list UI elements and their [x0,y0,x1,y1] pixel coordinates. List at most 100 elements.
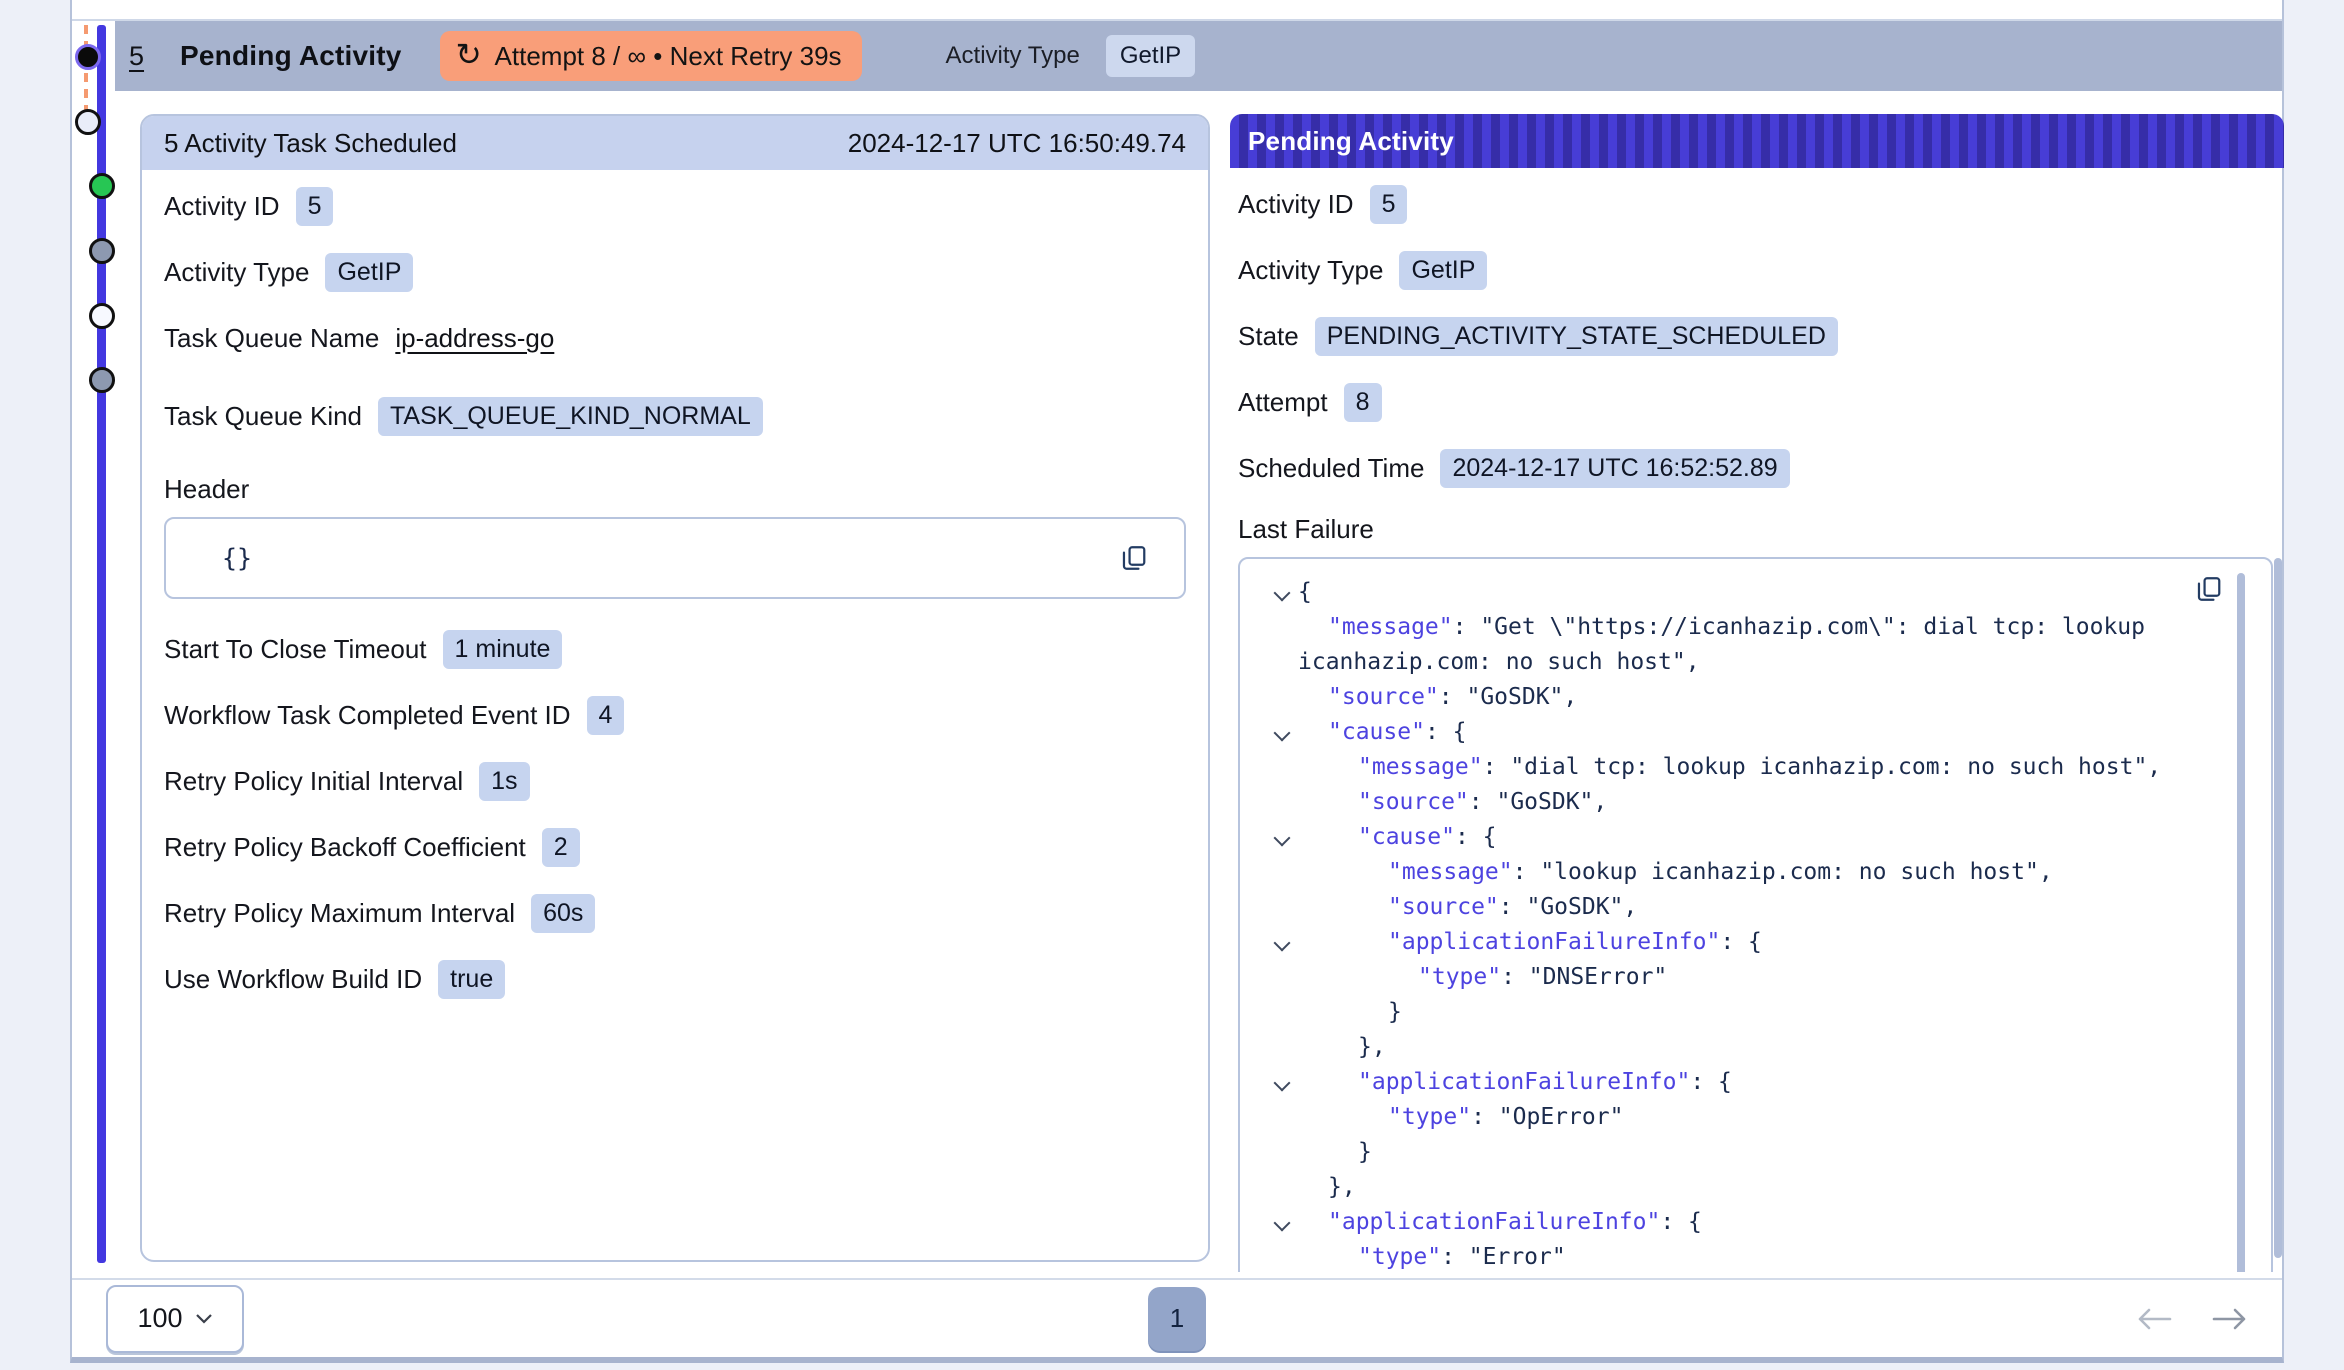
field-label: Start To Close Timeout [164,634,427,665]
chevron-down-icon [195,1313,213,1324]
event-card-header: 5 Activity Task Scheduled 2024-12-17 UTC… [142,116,1208,170]
timeline-dot-open [89,303,115,329]
page-size-select[interactable]: 100 [106,1285,244,1353]
event-card-body: Activity ID5Activity TypeGetIPTask Queue… [142,170,1208,1041]
json-collapse-chevron-icon[interactable] [1274,1075,1291,1092]
json-collapse-chevron-icon[interactable] [1274,830,1291,847]
timeline-dot-pending-retry [75,44,101,70]
field-value-badge: true [438,960,505,999]
json-collapse-chevron-icon[interactable] [1274,725,1291,742]
timeline-dot-neutral [89,367,115,393]
event-card-title: 5 Activity Task Scheduled [164,128,457,159]
field-value-badge: PENDING_ACTIVITY_STATE_SCHEDULED [1315,317,1838,356]
field-row-activity-type: Activity Type GetIP [1238,250,2272,290]
json-line: "cause": { [1274,820,2211,855]
event-history-container: 5 Pending Activity ↻ Attempt 8 / ∞ • Nex… [70,0,2284,1363]
field-label: Activity Type [1238,255,1383,286]
field-label: Workflow Task Completed Event ID [164,700,571,731]
header-field-label: Header [164,474,1186,505]
json-line: } [1274,1135,2211,1170]
field-row-workflow-task-completed-event-id: Workflow Task Completed Event ID4 [164,695,1186,735]
field-value-badge: TASK_QUEUE_KIND_NORMAL [378,397,763,436]
timeline-dot-success [89,173,115,199]
prev-page-button[interactable] [2136,1306,2172,1332]
retry-badge-text: Attempt 8 / ∞ • Next Retry 39s [495,41,842,72]
arrow-left-icon [2136,1306,2172,1332]
retry-icon: ↻ [456,40,482,71]
field-label: Activity Type [164,257,309,288]
field-row-activity-id: Activity ID 5 [1238,184,2272,224]
field-row-task-queue-name: Task Queue Nameip-address-go [164,318,1186,358]
json-collapse-chevron-icon[interactable] [1274,585,1291,602]
json-line: "applicationFailureInfo": { [1274,1205,2211,1240]
json-line: "type": "Error" [1274,1240,2211,1272]
field-value-badge: GetIP [1399,251,1487,290]
activity-type-badge: GetIP [1106,35,1195,77]
field-row-activity-id: Activity ID5 [164,186,1186,226]
json-line: "type": "DNSError" [1274,960,2211,995]
json-line: "source": "GoSDK", [1274,785,2211,820]
field-row-retry-policy-initial-interval: Retry Policy Initial Interval 1s [164,761,1186,801]
field-row-state: State PENDING_ACTIVITY_STATE_SCHEDULED [1238,316,2272,356]
json-line: "message": "Get \"https://icanhazip.com\… [1274,610,2211,645]
json-collapse-chevron-icon[interactable] [1274,1215,1291,1232]
page: { "colors": { "page_bg": "#edf0f8", "hea… [0,0,2344,1370]
json-line: "type": "OpError" [1274,1100,2211,1135]
field-label: Retry Policy Backoff Coefficient [164,832,526,863]
page-number-button[interactable]: 1 [1148,1287,1206,1351]
json-line: "source": "GoSDK", [1274,680,2211,715]
field-label: Task Queue Kind [164,401,362,432]
field-value-badge: 1 minute [443,630,563,669]
event-fields-bottom: Start To Close Timeout 1 minute Workflow T… [164,629,1186,999]
event-row-header[interactable]: 5 Pending Activity ↻ Attempt 8 / ∞ • Nex… [115,21,2282,91]
copy-button[interactable] [2195,575,2223,603]
field-label: Retry Policy Maximum Interval [164,898,515,929]
field-label: Use Workflow Build ID [164,964,422,995]
field-value-badge: 5 [296,187,334,226]
json-line: "message": "dial tcp: lookup icanhazip.c… [1274,750,2211,785]
event-fields-top: Activity ID5Activity TypeGetIPTask Queue… [164,186,1186,436]
field-label: State [1238,321,1299,352]
json-line: }, [1274,1030,2211,1065]
pending-activity-body: Activity ID 5 Activity Type GetIP State PENDI… [1230,168,2284,1272]
field-row-use-workflow-build-id: Use Workflow Build ID true [164,959,1186,999]
field-row-attempt: Attempt8 [1238,382,2272,422]
timeline-dot-neutral [89,238,115,264]
last-failure-codeblock[interactable]: {"message": "Get \"https://icanhazip.com… [1238,557,2273,1272]
field-value-badge: 2024-12-17 UTC 16:52:52.89 [1440,449,1789,488]
pagination-arrows [2136,1306,2248,1332]
copy-button[interactable] [1120,544,1148,572]
field-value-badge: 1s [479,762,529,801]
json-line: }, [1274,1170,2211,1205]
arrow-right-icon [2212,1306,2248,1332]
field-row-start-to-close-timeout: Start To Close Timeout 1 minute [164,629,1186,669]
event-card-timestamp: 2024-12-17 UTC 16:50:49.74 [848,128,1186,159]
copy-icon [2195,575,2223,603]
field-label: Retry Policy Initial Interval [164,766,463,797]
event-id-link[interactable]: 5 [129,41,144,72]
timeline-dot-open [75,109,101,135]
json-line: "cause": { [1274,715,2211,750]
json-line: icanhazip.com: no such host", [1274,645,2211,680]
json-line: "applicationFailureInfo": { [1274,1065,2211,1100]
event-detail-card: 5 Activity Task Scheduled 2024-12-17 UTC… [140,114,1210,1262]
field-label: Activity ID [1238,189,1354,220]
field-row-scheduled-time: Scheduled Time2024-12-17 UTC 16:52:52.89 [1238,448,2272,488]
field-value-badge: 60s [531,894,595,933]
json-collapse-chevron-icon[interactable] [1274,935,1291,952]
copy-icon [1120,544,1148,572]
timeline [72,21,115,1278]
json-content: {"message": "Get \"https://icanhazip.com… [1274,575,2211,1272]
header-codebox-value: {} [222,544,252,573]
panel-scrollbar[interactable] [2274,558,2282,1258]
json-line: "source": "GoSDK", [1274,890,2211,925]
field-value-badge: 2 [542,828,580,867]
codeblock-scrollbar[interactable] [2237,573,2245,1272]
retry-badge: ↻ Attempt 8 / ∞ • Next Retry 39s [440,31,862,81]
next-page-button[interactable] [2212,1306,2248,1332]
field-value-badge: 5 [1370,185,1408,224]
task-queue-link[interactable]: ip-address-go [395,323,554,354]
json-line: { [1274,575,2211,610]
pending-activity-fields: Activity ID 5 Activity Type GetIP State PENDI… [1238,184,2272,488]
pending-activity-title: Pending Activity [1248,126,1454,157]
